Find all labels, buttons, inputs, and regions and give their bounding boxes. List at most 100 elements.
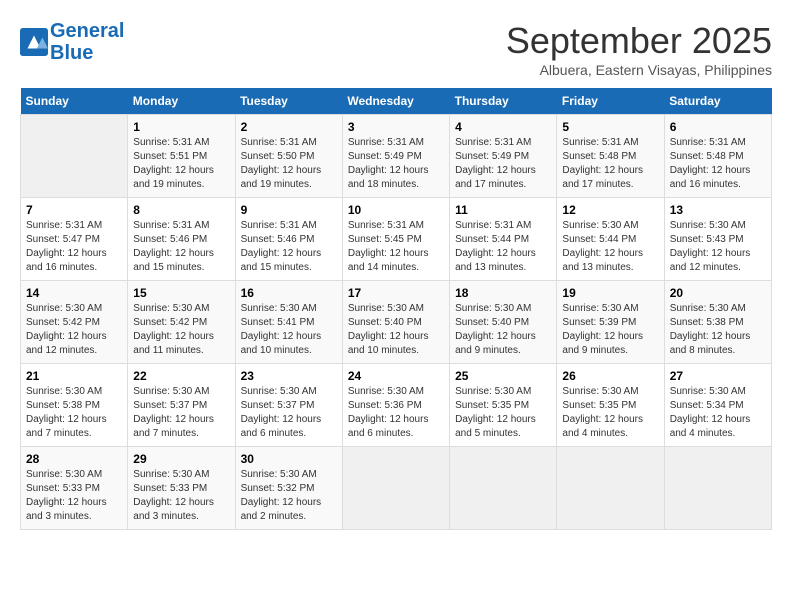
calendar-cell: 1 Sunrise: 5:31 AM Sunset: 5:51 PM Daylig… [128,115,235,198]
day-info: Sunrise: 5:30 AM Sunset: 5:35 PM Dayligh… [562,385,658,441]
day-number: 28 [26,452,122,466]
day-number: 3 [348,120,444,134]
calendar-cell: 12 Sunrise: 5:30 AM Sunset: 5:44 PM Dayli… [557,198,664,281]
day-number: 21 [26,369,122,383]
day-info: Sunrise: 5:30 AM Sunset: 5:44 PM Dayligh… [562,219,658,275]
day-info: Sunrise: 5:30 AM Sunset: 5:34 PM Dayligh… [670,385,766,441]
calendar-cell: 15Sunrise: 5:30 AM Sunset: 5:42 PM Dayli… [128,281,235,364]
calendar-cell: 10 Sunrise: 5:31 AM Sunset: 5:45 PM Dayli… [342,198,449,281]
location-subtitle: Albuera, Eastern Visayas, Philippines [506,62,772,78]
day-info: Sunrise: 5:31 AM Sunset: 5:46 PM Dayligh… [133,219,229,275]
logo-text: General Blue [50,20,124,64]
calendar-cell: 23Sunrise: 5:30 AM Sunset: 5:37 PM Dayli… [235,364,342,447]
calendar-cell: 11 Sunrise: 5:31 AM Sunset: 5:44 PM Dayli… [450,198,557,281]
calendar-cell: 29 Sunrise: 5:30 AM Sunset: 5:33 PM Dayli… [128,447,235,530]
calendar-cell: 6 Sunrise: 5:31 AM Sunset: 5:48 PM Daylig… [664,115,771,198]
day-info: Sunrise: 5:30 AM Sunset: 5:42 PM Dayligh… [133,302,229,358]
day-info: Sunrise: 5:30 AM Sunset: 5:43 PM Dayligh… [670,219,766,275]
calendar-cell: 19 Sunrise: 5:30 AM Sunset: 5:39 PM Dayli… [557,281,664,364]
day-number: 30 [241,452,337,466]
calendar-cell: 28Sunrise: 5:30 AM Sunset: 5:33 PM Dayli… [21,447,128,530]
calendar-cell [664,447,771,530]
logo-icon [20,28,48,56]
day-info: Sunrise: 5:30 AM Sunset: 5:40 PM Dayligh… [455,302,551,358]
day-info: Sunrise: 5:31 AM Sunset: 5:49 PM Dayligh… [348,136,444,192]
day-info: Sunrise: 5:31 AM Sunset: 5:44 PM Dayligh… [455,219,551,275]
day-number: 19 [562,286,658,300]
day-info: Sunrise: 5:31 AM Sunset: 5:48 PM Dayligh… [670,136,766,192]
day-info: Sunrise: 5:30 AM Sunset: 5:33 PM Dayligh… [133,468,229,524]
calendar-cell: 2 Sunrise: 5:31 AM Sunset: 5:50 PM Daylig… [235,115,342,198]
day-number: 1 [133,120,229,134]
calendar-table: SundayMondayTuesdayWednesdayThursdayFrid… [20,88,772,530]
calendar-cell [342,447,449,530]
day-number: 22 [133,369,229,383]
calendar-cell: 22 Sunrise: 5:30 AM Sunset: 5:37 PM Dayli… [128,364,235,447]
calendar-cell: 25Sunrise: 5:30 AM Sunset: 5:35 PM Dayli… [450,364,557,447]
calendar-cell [557,447,664,530]
day-number: 12 [562,203,658,217]
day-info: Sunrise: 5:30 AM Sunset: 5:37 PM Dayligh… [133,385,229,441]
title-block: September 2025 Albuera, Eastern Visayas,… [506,20,772,78]
day-info: Sunrise: 5:31 AM Sunset: 5:49 PM Dayligh… [455,136,551,192]
day-info: Sunrise: 5:30 AM Sunset: 5:38 PM Dayligh… [26,385,122,441]
day-number: 18 [455,286,551,300]
day-info: Sunrise: 5:31 AM Sunset: 5:51 PM Dayligh… [133,136,229,192]
calendar-cell: 30 Sunrise: 5:30 AM Sunset: 5:32 PM Dayli… [235,447,342,530]
calendar-cell: 8 Sunrise: 5:31 AM Sunset: 5:46 PM Daylig… [128,198,235,281]
calendar-cell: 20Sunrise: 5:30 AM Sunset: 5:38 PM Dayli… [664,281,771,364]
day-number: 24 [348,369,444,383]
day-number: 29 [133,452,229,466]
day-number: 10 [348,203,444,217]
day-header-saturday: Saturday [664,88,771,115]
day-header-sunday: Sunday [21,88,128,115]
day-info: Sunrise: 5:30 AM Sunset: 5:32 PM Dayligh… [241,468,337,524]
logo-line1: General [50,20,124,42]
calendar-cell: 14 Sunrise: 5:30 AM Sunset: 5:42 PM Dayli… [21,281,128,364]
day-number: 4 [455,120,551,134]
day-number: 2 [241,120,337,134]
calendar-cell: 16Sunrise: 5:30 AM Sunset: 5:41 PM Dayli… [235,281,342,364]
day-number: 11 [455,203,551,217]
calendar-cell: 4 Sunrise: 5:31 AM Sunset: 5:49 PM Daylig… [450,115,557,198]
day-info: Sunrise: 5:31 AM Sunset: 5:45 PM Dayligh… [348,219,444,275]
day-info: Sunrise: 5:30 AM Sunset: 5:36 PM Dayligh… [348,385,444,441]
day-header-tuesday: Tuesday [235,88,342,115]
day-number: 25 [455,369,551,383]
day-number: 23 [241,369,337,383]
day-info: Sunrise: 5:30 AM Sunset: 5:41 PM Dayligh… [241,302,337,358]
day-header-wednesday: Wednesday [342,88,449,115]
calendar-cell [450,447,557,530]
day-number: 27 [670,369,766,383]
day-info: Sunrise: 5:30 AM Sunset: 5:42 PM Dayligh… [26,302,122,358]
day-number: 14 [26,286,122,300]
week-row-2: 7 Sunrise: 5:31 AM Sunset: 5:47 PM Daylig… [21,198,772,281]
day-info: Sunrise: 5:31 AM Sunset: 5:50 PM Dayligh… [241,136,337,192]
calendar-cell: 18 Sunrise: 5:30 AM Sunset: 5:40 PM Dayli… [450,281,557,364]
day-number: 6 [670,120,766,134]
week-row-3: 14 Sunrise: 5:30 AM Sunset: 5:42 PM Dayli… [21,281,772,364]
calendar-cell: 9Sunrise: 5:31 AM Sunset: 5:46 PM Daylig… [235,198,342,281]
month-title: September 2025 [506,20,772,62]
calendar-cell: 26 Sunrise: 5:30 AM Sunset: 5:35 PM Dayli… [557,364,664,447]
day-number: 13 [670,203,766,217]
calendar-cell [21,115,128,198]
day-info: Sunrise: 5:30 AM Sunset: 5:38 PM Dayligh… [670,302,766,358]
week-row-4: 21 Sunrise: 5:30 AM Sunset: 5:38 PM Dayli… [21,364,772,447]
page-header: General Blue September 2025 Albuera, Eas… [20,20,772,78]
calendar-cell: 21 Sunrise: 5:30 AM Sunset: 5:38 PM Dayli… [21,364,128,447]
calendar-cell: 7 Sunrise: 5:31 AM Sunset: 5:47 PM Daylig… [21,198,128,281]
day-number: 5 [562,120,658,134]
calendar-cell: 24 Sunrise: 5:30 AM Sunset: 5:36 PM Dayli… [342,364,449,447]
day-number: 8 [133,203,229,217]
day-info: Sunrise: 5:30 AM Sunset: 5:40 PM Dayligh… [348,302,444,358]
day-number: 26 [562,369,658,383]
day-info: Sunrise: 5:30 AM Sunset: 5:39 PM Dayligh… [562,302,658,358]
calendar-cell: 27 Sunrise: 5:30 AM Sunset: 5:34 PM Dayli… [664,364,771,447]
day-header-thursday: Thursday [450,88,557,115]
day-number: 17 [348,286,444,300]
week-row-1: 1 Sunrise: 5:31 AM Sunset: 5:51 PM Daylig… [21,115,772,198]
day-info: Sunrise: 5:31 AM Sunset: 5:47 PM Dayligh… [26,219,122,275]
calendar-cell: 3 Sunrise: 5:31 AM Sunset: 5:49 PM Daylig… [342,115,449,198]
day-number: 7 [26,203,122,217]
